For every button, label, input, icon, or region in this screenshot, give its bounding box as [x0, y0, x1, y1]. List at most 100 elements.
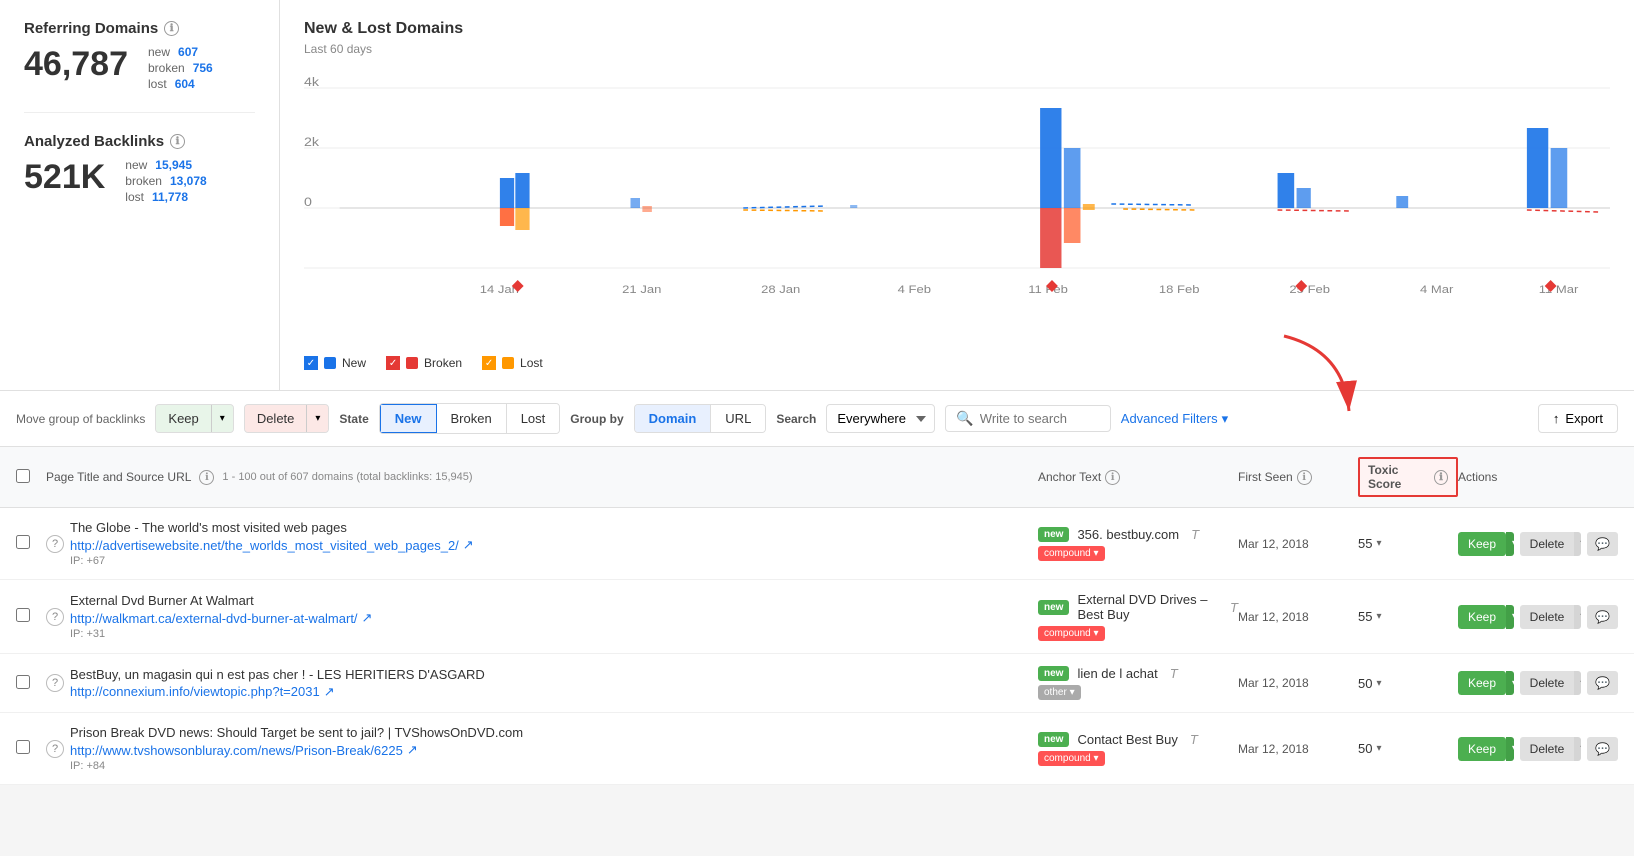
row-2-chat-button[interactable]: 💬	[1587, 605, 1618, 629]
row-3-title: BestBuy, un magasin qui n est pas cher !…	[70, 667, 1038, 682]
row-3-checkbox[interactable]	[16, 675, 30, 689]
row-4-help-icon[interactable]: ?	[46, 740, 64, 758]
referring-domains-info-icon[interactable]: ℹ	[164, 21, 179, 36]
rd-new-label: new	[148, 45, 170, 59]
row-3-external-link-icon: ↗	[324, 684, 335, 700]
legend-new-checkbox[interactable]: ✓	[304, 356, 318, 370]
row-2-delete-button[interactable]: Delete	[1520, 605, 1575, 629]
row-2-checkbox[interactable]	[16, 608, 30, 622]
col-first-seen-info-icon[interactable]: ℹ	[1297, 470, 1312, 485]
legend-broken-checkbox[interactable]: ✓	[386, 356, 400, 370]
row-3-chat-button[interactable]: 💬	[1587, 671, 1618, 695]
row-2-external-link-icon: ↗	[362, 610, 373, 626]
export-icon: ↑	[1553, 411, 1560, 426]
row-2-keep-button[interactable]: Keep	[1458, 605, 1506, 629]
row-1-keep-dropdown[interactable]: ▾	[1506, 532, 1514, 556]
row-2-url[interactable]: http://walkmart.ca/external-dvd-burner-a…	[70, 610, 1038, 626]
row-4-keep-button[interactable]: Keep	[1458, 737, 1506, 761]
row-4-chat-button[interactable]: 💬	[1587, 737, 1618, 761]
row-1-delete-dropdown[interactable]: ▾	[1574, 532, 1581, 556]
legend-new-dot	[324, 357, 336, 369]
groupby-domain-button[interactable]: Domain	[635, 405, 712, 432]
row-4-url[interactable]: http://www.tvshowsonbluray.com/news/Pris…	[70, 742, 1038, 758]
row-2-help-icon[interactable]: ?	[46, 608, 64, 626]
keep-dropdown-arrow[interactable]: ▾	[211, 405, 233, 432]
legend-broken[interactable]: ✓ Broken	[386, 356, 462, 370]
state-new-button[interactable]: New	[380, 404, 437, 433]
search-label: Search	[776, 412, 816, 426]
row-4-anchor-text: Contact Best Buy	[1077, 732, 1177, 747]
state-button-group: New Broken Lost	[379, 403, 561, 434]
legend-lost[interactable]: ✓ Lost	[482, 356, 543, 370]
row-2-anchor-type[interactable]: compound ▾	[1038, 626, 1105, 641]
export-button[interactable]: ↑ Export	[1538, 404, 1618, 433]
analyzed-backlinks-info-icon[interactable]: ℹ	[170, 134, 185, 149]
row-3-anchor-type[interactable]: other ▾	[1038, 685, 1081, 700]
row-1-checkbox[interactable]	[16, 535, 30, 549]
svg-text:0: 0	[304, 195, 312, 209]
row-4-delete-button-group[interactable]: Delete ▾	[1520, 737, 1581, 761]
row-1-delete-button[interactable]: Delete	[1520, 532, 1575, 556]
ab-new-label: new	[125, 158, 147, 172]
legend-broken-label: Broken	[424, 356, 462, 370]
row-2-toxic-chevron[interactable]: ▾	[1376, 611, 1381, 622]
row-3-keep-button-group[interactable]: Keep ▾	[1458, 671, 1514, 695]
delete-button[interactable]: Delete	[245, 405, 307, 432]
row-1-chat-button[interactable]: 💬	[1587, 532, 1618, 556]
keep-button[interactable]: Keep	[156, 405, 210, 432]
state-lost-button[interactable]: Lost	[507, 404, 560, 433]
svg-text:11 Mar: 11 Mar	[1539, 283, 1579, 296]
row-4-keep-dropdown[interactable]: ▾	[1506, 737, 1514, 761]
row-1-keep-button[interactable]: Keep	[1458, 532, 1506, 556]
row-2-delete-button-group[interactable]: Delete ▾	[1520, 605, 1581, 629]
row-4-ip: IP: +84	[70, 760, 1038, 772]
row-4-anchor-type[interactable]: compound ▾	[1038, 751, 1105, 766]
select-all-checkbox[interactable]	[16, 469, 30, 483]
search-input[interactable]	[980, 411, 1100, 426]
row-3-delete-dropdown[interactable]: ▾	[1574, 671, 1581, 695]
state-broken-button[interactable]: Broken	[437, 404, 507, 433]
analyzed-backlinks-title: Analyzed Backlinks	[24, 133, 164, 150]
row-1-toxic-chevron[interactable]: ▾	[1376, 538, 1381, 549]
row-3-delete-button[interactable]: Delete	[1520, 671, 1575, 695]
delete-dropdown-arrow[interactable]: ▾	[306, 405, 328, 432]
rd-broken-label: broken	[148, 61, 185, 75]
row-1-help-icon[interactable]: ?	[46, 535, 64, 553]
delete-button-group[interactable]: Delete ▾	[244, 404, 330, 433]
groupby-url-button[interactable]: URL	[711, 405, 765, 432]
row-2-keep-dropdown[interactable]: ▾	[1506, 605, 1514, 629]
row-2-badge: new	[1038, 600, 1069, 615]
row-2-delete-dropdown[interactable]: ▾	[1574, 605, 1581, 629]
col-anchor-info-icon[interactable]: ℹ	[1105, 470, 1120, 485]
row-1-url[interactable]: http://advertisewebsite.net/the_worlds_m…	[70, 537, 1038, 553]
row-4-delete-dropdown[interactable]: ▾	[1574, 737, 1581, 761]
row-2-keep-button-group[interactable]: Keep ▾	[1458, 605, 1514, 629]
row-4-external-link-icon: ↗	[407, 742, 418, 758]
row-3-delete-button-group[interactable]: Delete ▾	[1520, 671, 1581, 695]
search-box[interactable]: 🔍	[945, 405, 1110, 432]
advanced-filters-button[interactable]: Advanced Filters ▾	[1121, 411, 1228, 427]
row-1-anchor-type[interactable]: compound ▾	[1038, 546, 1105, 561]
row-3-keep-button[interactable]: Keep	[1458, 671, 1506, 695]
search-scope-dropdown[interactable]: Everywhere	[826, 404, 935, 433]
row-4-keep-button-group[interactable]: Keep ▾	[1458, 737, 1514, 761]
row-4-toxic-chevron[interactable]: ▾	[1376, 743, 1381, 754]
col-toxic-info-icon[interactable]: ℹ	[1434, 470, 1448, 485]
col-page-title-info-icon[interactable]: ℹ	[199, 470, 214, 485]
row-3-help-icon[interactable]: ?	[46, 674, 64, 692]
row-3-keep-dropdown[interactable]: ▾	[1506, 671, 1514, 695]
row-1-t-icon: T	[1191, 527, 1199, 542]
row-4-delete-button[interactable]: Delete	[1520, 737, 1575, 761]
referring-domains-title: Referring Domains	[24, 20, 158, 37]
row-1-keep-button-group[interactable]: Keep ▾	[1458, 532, 1514, 556]
col-toxic-header: Toxic Score	[1368, 463, 1430, 491]
ab-broken-value: 13,078	[170, 174, 207, 188]
table-header: Page Title and Source URL ℹ 1 - 100 out …	[0, 447, 1634, 508]
row-3-toxic-chevron[interactable]: ▾	[1376, 678, 1381, 689]
legend-lost-checkbox[interactable]: ✓	[482, 356, 496, 370]
row-3-url[interactable]: http://connexium.info/viewtopic.php?t=20…	[70, 684, 1038, 700]
keep-button-group[interactable]: Keep ▾	[155, 404, 233, 433]
row-1-delete-button-group[interactable]: Delete ▾	[1520, 532, 1581, 556]
row-4-checkbox[interactable]	[16, 740, 30, 754]
legend-new[interactable]: ✓ New	[304, 356, 366, 370]
